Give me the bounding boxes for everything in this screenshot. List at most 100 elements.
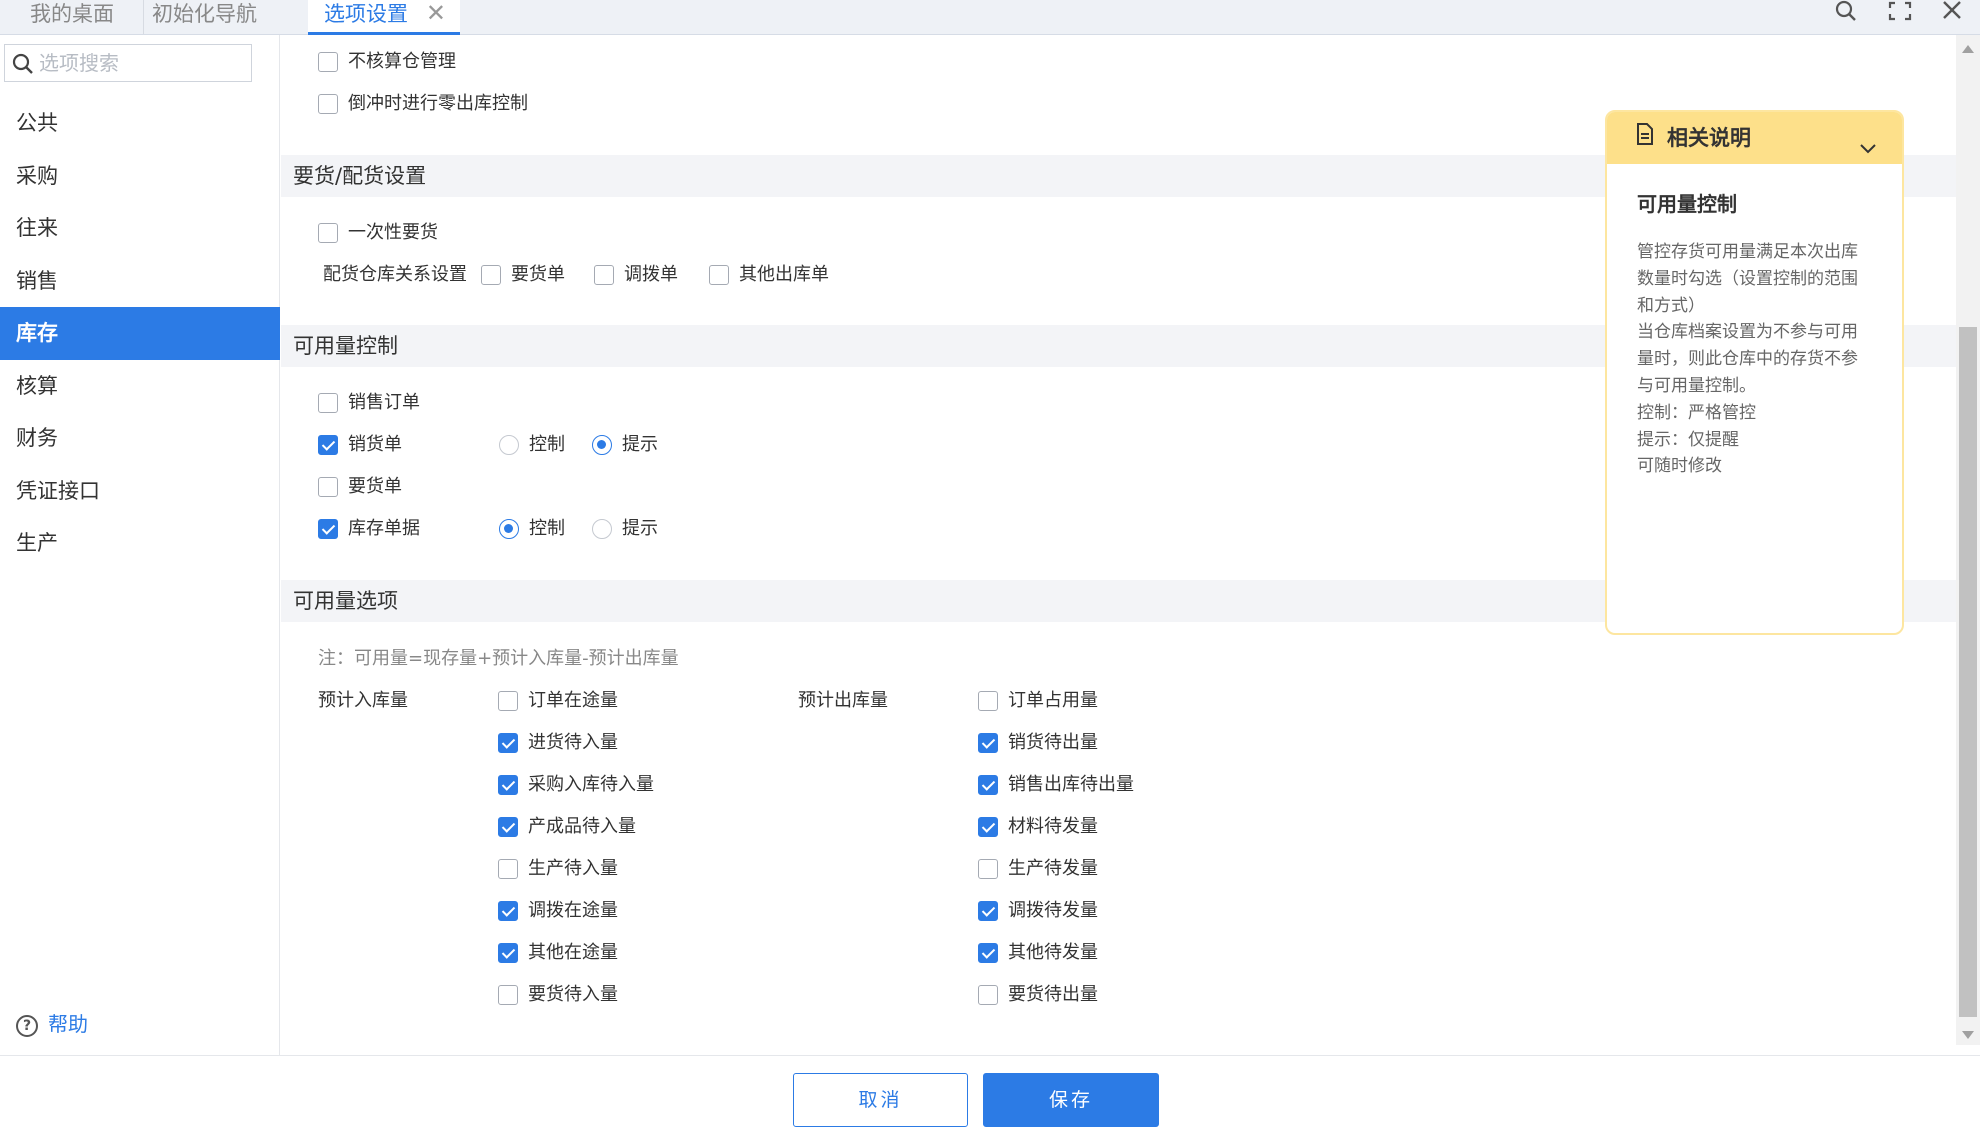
checkbox-delivery-pending-out[interactable] <box>978 733 998 753</box>
sidebar-item-purchase[interactable]: 采购 <box>0 150 280 203</box>
sidebar-item-public[interactable]: 公共 <box>0 97 280 150</box>
option-row[interactable]: 销售订单 <box>318 389 420 417</box>
info-panel-header[interactable]: 相关说明 <box>1607 112 1902 164</box>
checkbox-other-in-transit[interactable] <box>498 943 518 963</box>
checkbox-transfer-order[interactable] <box>594 265 614 285</box>
close-icon[interactable] <box>1938 0 1970 28</box>
option-row[interactable]: 一次性要货 <box>318 219 438 247</box>
radio-hint[interactable] <box>592 435 612 455</box>
option-row[interactable]: 要货待出量 <box>978 981 1098 1009</box>
radio-row[interactable]: 提示 <box>592 431 658 459</box>
option-label: 调拨在途量 <box>528 900 618 921</box>
option-label: 调拨待发量 <box>1008 900 1098 921</box>
info-panel: 相关说明 可用量控制 管控存货可用量满足本次出库 数量时勾选（设置控制的范围 和… <box>1605 110 1904 635</box>
sidebar-item-inventory[interactable]: 库存 <box>0 307 280 360</box>
option-row[interactable]: 生产待入量 <box>498 855 618 883</box>
checkbox-inventory-documents[interactable] <box>318 519 338 539</box>
search-icon[interactable] <box>1833 0 1865 28</box>
option-row[interactable]: 要货单 <box>318 473 402 501</box>
checkbox-purchase-pending-in[interactable] <box>498 733 518 753</box>
checkbox-requisition-order[interactable] <box>481 265 501 285</box>
option-row[interactable]: 生产待发量 <box>978 855 1098 883</box>
option-label: 倒冲时进行零出库控制 <box>348 93 528 114</box>
option-label: 销货单 <box>348 434 402 455</box>
fullscreen-icon[interactable] <box>1886 0 1918 28</box>
checkbox-order-occupied[interactable] <box>978 691 998 711</box>
search-input[interactable] <box>39 47 244 79</box>
tab-my-desktop[interactable]: 我的桌面 <box>22 0 122 34</box>
inbound-label: 预计入库量 <box>318 690 408 711</box>
radio-row[interactable]: 控制 <box>499 431 565 459</box>
option-row[interactable]: 材料待发量 <box>978 813 1098 841</box>
sidebar-item-finance[interactable]: 财务 <box>0 412 280 465</box>
option-row[interactable]: 订单占用量 <box>978 687 1098 715</box>
sidebar-item-accounts[interactable]: 往来 <box>0 202 280 255</box>
checkbox-purchase-receipt-pending[interactable] <box>498 775 518 795</box>
checkbox-other-pending-issue[interactable] <box>978 943 998 963</box>
checkbox-production-pending-in[interactable] <box>498 859 518 879</box>
checkbox-sales-issue-pending[interactable] <box>978 775 998 795</box>
tab-init-navigation[interactable]: 初始化导航 <box>143 0 265 34</box>
option-row[interactable]: 销售出库待出量 <box>978 771 1134 799</box>
checkbox-transfer-in-transit[interactable] <box>498 901 518 921</box>
checkbox-no-warehouse-accounting[interactable] <box>318 52 338 72</box>
checkbox-delivery-note[interactable] <box>318 435 338 455</box>
scroll-thumb[interactable] <box>1959 327 1977 1017</box>
vertical-scrollbar[interactable] <box>1956 35 1980 1045</box>
radio-row[interactable]: 提示 <box>592 515 658 543</box>
option-row[interactable]: 要货待入量 <box>498 981 618 1009</box>
radio-hint[interactable] <box>592 519 612 539</box>
option-row[interactable]: 调拨在途量 <box>498 897 618 925</box>
checkbox-requisition[interactable] <box>318 477 338 497</box>
checkbox-sales-order[interactable] <box>318 393 338 413</box>
option-label: 订单占用量 <box>1008 690 1098 711</box>
checkbox-production-pending-issue[interactable] <box>978 859 998 879</box>
radio-control[interactable] <box>499 435 519 455</box>
option-row[interactable]: 销货待出量 <box>978 729 1098 757</box>
option-label: 生产待发量 <box>1008 858 1098 879</box>
tab-close-icon[interactable]: ✕ <box>426 0 446 26</box>
sidebar-item-costing[interactable]: 核算 <box>0 360 280 413</box>
option-row[interactable]: 产成品待入量 <box>498 813 636 841</box>
checkbox-requisition-pending-in[interactable] <box>498 985 518 1005</box>
option-row[interactable]: 其他出库单 <box>709 261 829 289</box>
option-row[interactable]: 销货单 <box>318 431 402 459</box>
checkbox-finished-goods-pending[interactable] <box>498 817 518 837</box>
option-row[interactable]: 调拨单 <box>594 261 678 289</box>
scroll-up-arrow[interactable] <box>1962 45 1974 53</box>
checkbox-order-in-transit[interactable] <box>498 691 518 711</box>
chevron-down-icon[interactable] <box>1858 126 1878 178</box>
option-row[interactable]: 不核算仓管理 <box>318 48 456 76</box>
radio-row[interactable]: 控制 <box>499 515 565 543</box>
option-row[interactable]: 采购入库待入量 <box>498 771 654 799</box>
option-row[interactable]: 订单在途量 <box>498 687 618 715</box>
help-link[interactable]: ? 帮助 <box>16 1009 88 1039</box>
option-row[interactable]: 进货待入量 <box>498 729 618 757</box>
checkbox-one-time-requisition[interactable] <box>318 223 338 243</box>
checkbox-other-outbound[interactable] <box>709 265 729 285</box>
document-icon <box>1635 113 1655 165</box>
option-row[interactable]: 倒冲时进行零出库控制 <box>318 90 528 118</box>
checkbox-backflush-zero-outbound[interactable] <box>318 94 338 114</box>
option-row[interactable]: 其他待发量 <box>978 939 1098 967</box>
save-button[interactable]: 保存 <box>983 1073 1159 1127</box>
option-row[interactable]: 其他在途量 <box>498 939 618 967</box>
search-box <box>4 44 252 82</box>
checkbox-requisition-pending-out[interactable] <box>978 985 998 1005</box>
radio-label: 控制 <box>529 434 565 455</box>
option-row[interactable]: 调拨待发量 <box>978 897 1098 925</box>
sidebar-item-production[interactable]: 生产 <box>0 517 280 570</box>
scroll-down-arrow[interactable] <box>1962 1031 1974 1039</box>
checkbox-material-pending-issue[interactable] <box>978 817 998 837</box>
radio-control[interactable] <box>499 519 519 539</box>
sidebar-item-sales[interactable]: 销售 <box>0 255 280 308</box>
info-line: 与可用量控制。 <box>1637 375 1756 396</box>
option-row[interactable]: 要货单 <box>481 261 565 289</box>
checkbox-transfer-pending-issue[interactable] <box>978 901 998 921</box>
info-body: 管控存货可用量满足本次出库 数量时勾选（设置控制的范围 和方式） 当仓库档案设置… <box>1637 239 1876 480</box>
cancel-button[interactable]: 取消 <box>793 1073 968 1127</box>
option-row[interactable]: 库存单据 <box>318 515 420 543</box>
info-line: 和方式） <box>1637 295 1705 316</box>
sidebar-item-voucher-interface[interactable]: 凭证接口 <box>0 465 280 518</box>
tab-option-settings[interactable]: 选项设置 ✕ <box>308 0 460 35</box>
